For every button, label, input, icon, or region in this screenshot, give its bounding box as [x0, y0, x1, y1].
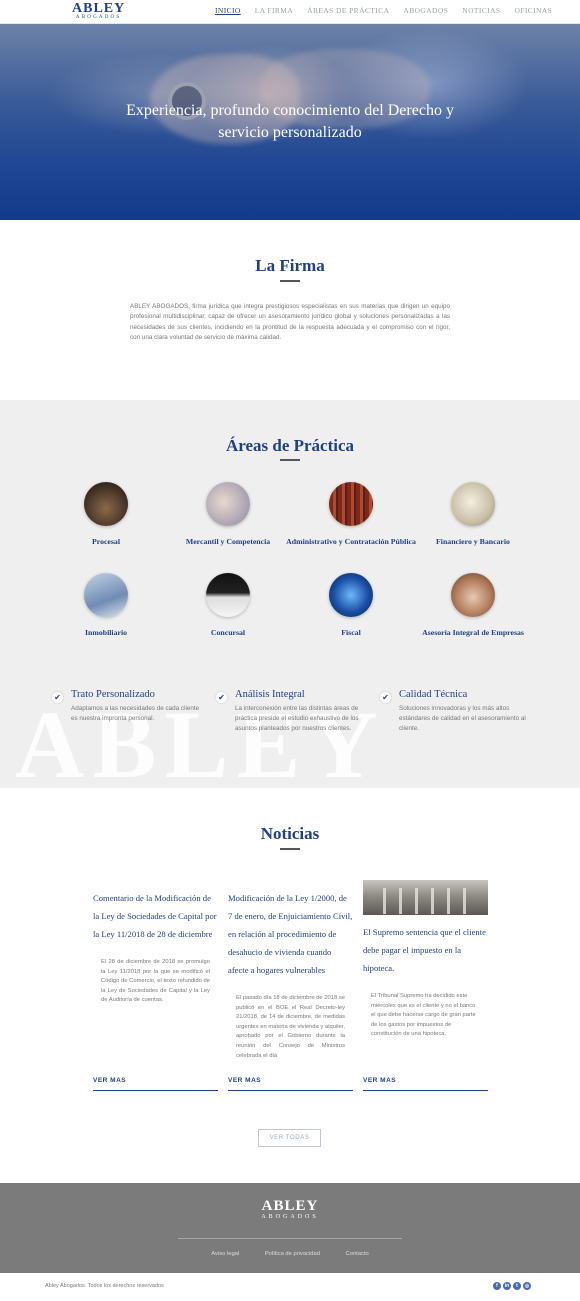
news-excerpt: El pasado día 18 de diciembre de 2018 se… [236, 995, 345, 1059]
feature-calidad: ✔ Calidad Técnica Soluciones innovadoras… [380, 689, 530, 734]
area-fiscal[interactable]: Fiscal [286, 573, 416, 638]
site-footer: ABLEY ABOGADOS Aviso legal Política de p… [0, 1183, 580, 1273]
footer-divider [178, 1238, 402, 1239]
feature-title: Calidad Técnica [399, 689, 468, 700]
footer-logo-main: ABLEY [261, 1198, 319, 1214]
gavel-image [84, 482, 128, 526]
supreme-court-image [363, 880, 488, 915]
piano-image [206, 573, 250, 617]
news-card-1: Comentario de la Modificación de la Ley … [93, 888, 218, 1096]
news-title[interactable]: Modificación de la Ley 1/2000, de 7 de e… [228, 893, 352, 975]
ver-todas-button[interactable]: VER TODAS [258, 1129, 321, 1147]
logo-main: ABLEY [72, 1, 126, 16]
handshake-thumb-image [206, 482, 250, 526]
building-image [84, 573, 128, 617]
area-concursal[interactable]: Concursal [163, 573, 293, 638]
area-label: Procesal [91, 537, 120, 546]
network-image [329, 573, 373, 617]
site-header: ABLEY ABOGADOS INICIO LA FIRMA ÁREAS DE … [0, 0, 580, 24]
column-image [451, 482, 495, 526]
feature-text: Adaptamos a las necesidades de cada clie… [71, 705, 200, 722]
area-label: Asesoría Integral de Empresas [422, 628, 524, 637]
footer-link-privacidad[interactable]: Política de privacidad [265, 1251, 320, 1257]
firma-title: La Firma [255, 256, 325, 275]
area-asesoria[interactable]: Asesoría Integral de Empresas [408, 573, 538, 638]
facebook-icon[interactable]: f [493, 1282, 501, 1290]
main-nav: INICIO LA FIRMA ÁREAS DE PRÁCTICA ABOGAD… [215, 6, 566, 15]
area-mercantil[interactable]: Mercantil y Competencia [163, 482, 293, 547]
feature-analisis: ✔ Análisis Integral La interconexión ent… [216, 689, 366, 734]
hero-banner: Experiencia, profundo conocimiento del D… [0, 24, 580, 220]
area-financiero[interactable]: Financiero y Bancario [408, 482, 538, 547]
writing-image [451, 573, 495, 617]
footer-logo-sub: ABOGADOS [261, 1214, 319, 1220]
areas-title-underline [280, 459, 300, 461]
news-card-3: El Supremo sentencia que el cliente debe… [363, 880, 488, 1096]
feature-title: Trato Personalizado [71, 689, 155, 700]
firma-description: ABLEY ABOGADOS, firma jurídica que integ… [130, 303, 450, 342]
area-administrativo[interactable]: Administrativo y Contratación Pública [286, 482, 416, 547]
copyright: Abley Abogados. Todos los derechos reser… [45, 1283, 164, 1289]
news-title[interactable]: Comentario de la Modificación de la Ley … [93, 893, 217, 939]
news-more-link[interactable]: VER MAS [228, 1077, 353, 1091]
feature-title: Análisis Integral [235, 689, 305, 700]
footer-logo[interactable]: ABLEY ABOGADOS [0, 1199, 580, 1221]
feature-text: Soluciones innovadoras y los más altos e… [399, 705, 526, 732]
area-label: Inmobiliario [84, 628, 128, 637]
area-procesal[interactable]: Procesal [41, 482, 171, 547]
check-icon: ✔ [216, 692, 227, 703]
footer-links: Aviso legal Política de privacidad Conta… [0, 1251, 580, 1257]
news-card-2: Modificación de la Ley 1/2000, de 7 de e… [228, 888, 353, 1096]
area-label: Mercantil y Competencia [185, 537, 271, 546]
areas-section: ABLEY Áreas de Práctica Procesal Mercant… [0, 400, 580, 788]
news-title[interactable]: El Supremo sentencia que el cliente debe… [363, 927, 486, 973]
area-inmobiliario[interactable]: Inmobiliario [41, 573, 171, 638]
news-more-link[interactable]: VER MAS [93, 1077, 218, 1091]
feature-trato: ✔ Trato Personalizado Adaptamos a las ne… [52, 689, 202, 724]
news-more-link[interactable]: VER MAS [363, 1077, 488, 1091]
area-label: Fiscal [341, 628, 361, 637]
areas-title: Áreas de Práctica [225, 436, 355, 455]
nav-areas[interactable]: ÁREAS DE PRÁCTICA [307, 6, 389, 15]
noticias-title: Noticias [260, 824, 320, 843]
area-label: Concursal [210, 628, 246, 637]
social-links: f in t ◎ [493, 1282, 531, 1290]
check-icon: ✔ [52, 692, 63, 703]
twitter-icon[interactable]: t [513, 1282, 521, 1290]
footer-link-contacto[interactable]: Contacto [346, 1251, 369, 1257]
nav-abogados[interactable]: ABOGADOS [403, 6, 448, 15]
bottom-bar: Abley Abogados. Todos los derechos reser… [0, 1273, 580, 1301]
area-label: Financiero y Bancario [436, 537, 510, 546]
area-label: Administrativo y Contratación Pública [286, 537, 416, 546]
books-image [329, 482, 373, 526]
noticias-title-underline [280, 848, 300, 850]
news-excerpt: El 28 de diciembre de 2018 se promulgo l… [101, 959, 210, 1004]
logo-sub: ABOGADOS [75, 15, 122, 20]
footer-link-aviso[interactable]: Aviso legal [211, 1251, 239, 1257]
nav-oficinas[interactable]: OFICINAS [514, 6, 552, 15]
hero-headline: Experiencia, profundo conocimiento del D… [126, 102, 454, 141]
firma-title-underline [280, 280, 300, 282]
linkedin-icon[interactable]: in [503, 1282, 511, 1290]
nav-noticias[interactable]: NOTICIAS [462, 6, 500, 15]
check-icon: ✔ [380, 692, 391, 703]
nav-inicio[interactable]: INICIO [215, 6, 241, 15]
nav-la-firma[interactable]: LA FIRMA [255, 6, 293, 15]
feature-text: La interconexión entre las distintas áre… [235, 705, 359, 732]
instagram-icon[interactable]: ◎ [523, 1282, 531, 1290]
news-excerpt: El Tribunal Supremo ha decidido este mié… [371, 993, 476, 1038]
site-logo[interactable]: ABLEY ABOGADOS [72, 2, 125, 21]
